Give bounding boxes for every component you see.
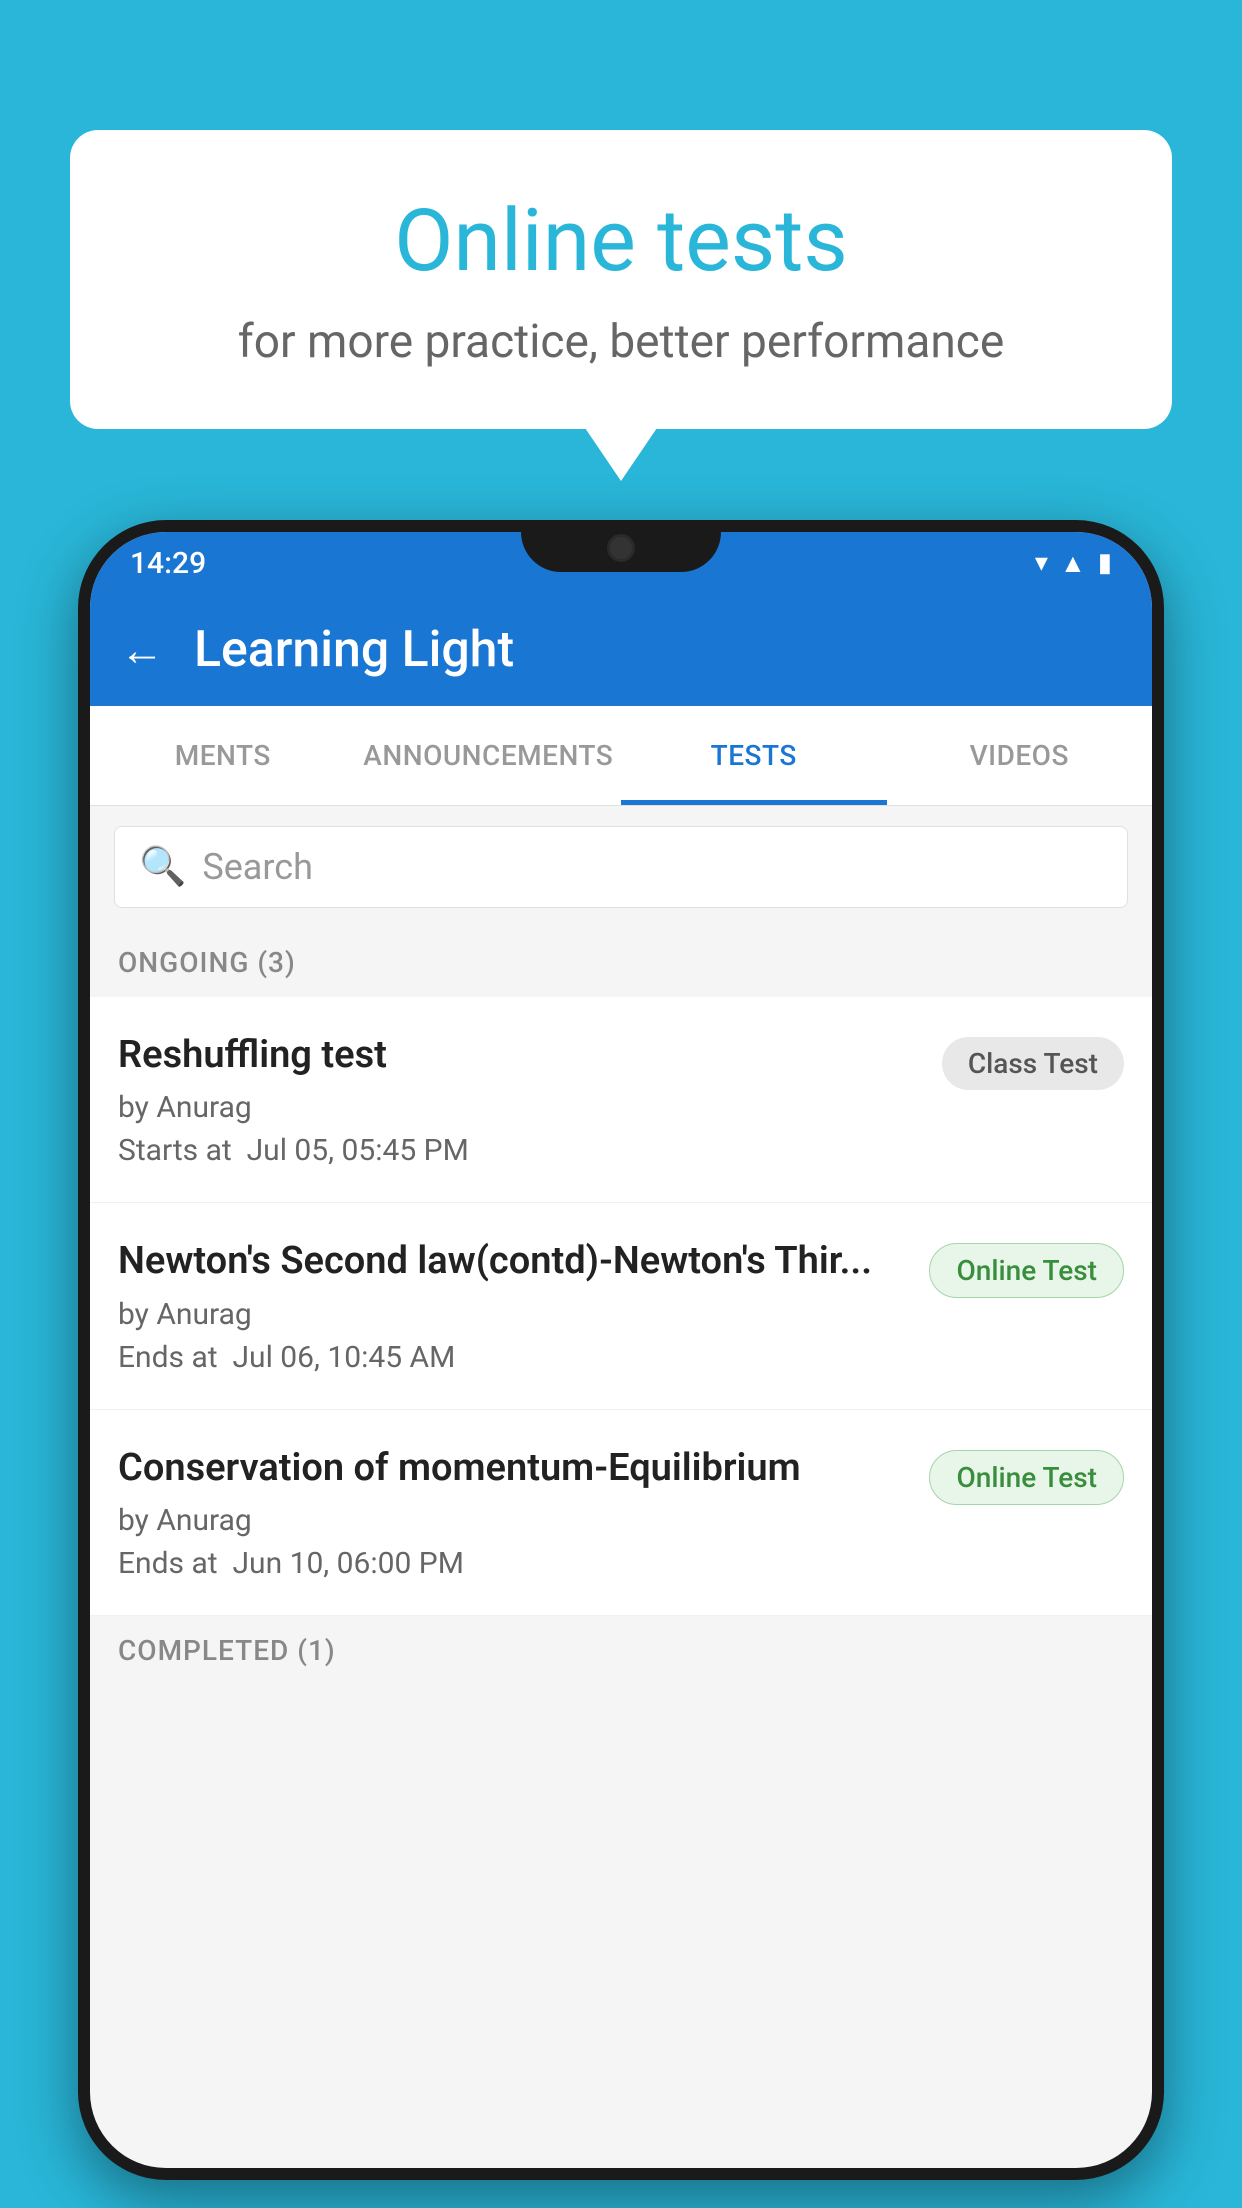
status-icons: ▾ ▲ ▮ bbox=[1035, 548, 1112, 579]
test-author-1: by Anurag bbox=[118, 1090, 922, 1125]
speech-bubble: Online tests for more practice, better p… bbox=[70, 130, 1172, 429]
back-button[interactable]: ← bbox=[120, 624, 164, 676]
tab-videos-label: VIDEOS bbox=[970, 739, 1069, 772]
wifi-icon: ▾ bbox=[1035, 548, 1048, 578]
test-badge-3: Online Test bbox=[929, 1450, 1124, 1505]
test-info-1: Reshuffling test by Anurag Starts at Jul… bbox=[118, 1031, 922, 1168]
search-input-wrapper[interactable]: 🔍 Search bbox=[114, 826, 1128, 908]
phone-notch bbox=[521, 520, 721, 572]
test-info-2: Newton's Second law(contd)-Newton's Thir… bbox=[118, 1237, 909, 1374]
scrollable-content: 🔍 Search ONGOING (3) Reshuffling test by… bbox=[90, 806, 1152, 1685]
test-author-3: by Anurag bbox=[118, 1503, 909, 1538]
phone-camera bbox=[607, 534, 635, 562]
tab-videos[interactable]: VIDEOS bbox=[887, 706, 1153, 805]
test-time-1: Starts at Jul 05, 05:45 PM bbox=[118, 1133, 922, 1168]
tab-tests[interactable]: TESTS bbox=[621, 706, 887, 805]
test-time-3: Ends at Jun 10, 06:00 PM bbox=[118, 1546, 909, 1581]
status-time: 14:29 bbox=[130, 546, 206, 581]
test-name-2: Newton's Second law(contd)-Newton's Thir… bbox=[118, 1237, 909, 1286]
ongoing-section-header: ONGOING (3) bbox=[90, 928, 1152, 997]
search-container: 🔍 Search bbox=[90, 806, 1152, 928]
test-name-3: Conservation of momentum-Equilibrium bbox=[118, 1444, 909, 1493]
test-info-3: Conservation of momentum-Equilibrium by … bbox=[118, 1444, 909, 1581]
test-item-1[interactable]: Reshuffling test by Anurag Starts at Jul… bbox=[90, 997, 1152, 1203]
tab-ments-label: MENTS bbox=[175, 739, 271, 772]
tab-announcements[interactable]: ANNOUNCEMENTS bbox=[356, 706, 622, 805]
phone-screen: 14:29 ▾ ▲ ▮ ← Learning Light MENTS ANNOU… bbox=[90, 532, 1152, 2168]
test-item-3[interactable]: Conservation of momentum-Equilibrium by … bbox=[90, 1410, 1152, 1616]
test-item-2[interactable]: Newton's Second law(contd)-Newton's Thir… bbox=[90, 1203, 1152, 1409]
bubble-subtitle: for more practice, better performance bbox=[150, 315, 1092, 369]
tab-announcements-label: ANNOUNCEMENTS bbox=[363, 739, 613, 772]
app-bar: ← Learning Light bbox=[90, 594, 1152, 706]
test-author-2: by Anurag bbox=[118, 1297, 909, 1332]
tabs-bar: MENTS ANNOUNCEMENTS TESTS VIDEOS bbox=[90, 706, 1152, 806]
search-placeholder: Search bbox=[202, 846, 313, 888]
speech-bubble-container: Online tests for more practice, better p… bbox=[70, 130, 1172, 429]
search-icon: 🔍 bbox=[139, 845, 186, 889]
battery-icon: ▮ bbox=[1098, 548, 1112, 578]
completed-section-header: COMPLETED (1) bbox=[90, 1616, 1152, 1685]
test-badge-1: Class Test bbox=[942, 1037, 1124, 1090]
test-name-1: Reshuffling test bbox=[118, 1031, 922, 1080]
tab-ments[interactable]: MENTS bbox=[90, 706, 356, 805]
app-title: Learning Light bbox=[194, 621, 514, 679]
tab-tests-label: TESTS bbox=[711, 739, 797, 772]
test-badge-2: Online Test bbox=[929, 1243, 1124, 1298]
test-time-2: Ends at Jul 06, 10:45 AM bbox=[118, 1340, 909, 1375]
bubble-title: Online tests bbox=[150, 190, 1092, 291]
tests-list: Reshuffling test by Anurag Starts at Jul… bbox=[90, 997, 1152, 1616]
phone-container: 14:29 ▾ ▲ ▮ ← Learning Light MENTS ANNOU… bbox=[78, 520, 1164, 2208]
phone-frame: 14:29 ▾ ▲ ▮ ← Learning Light MENTS ANNOU… bbox=[78, 520, 1164, 2180]
signal-icon: ▲ bbox=[1060, 548, 1086, 579]
